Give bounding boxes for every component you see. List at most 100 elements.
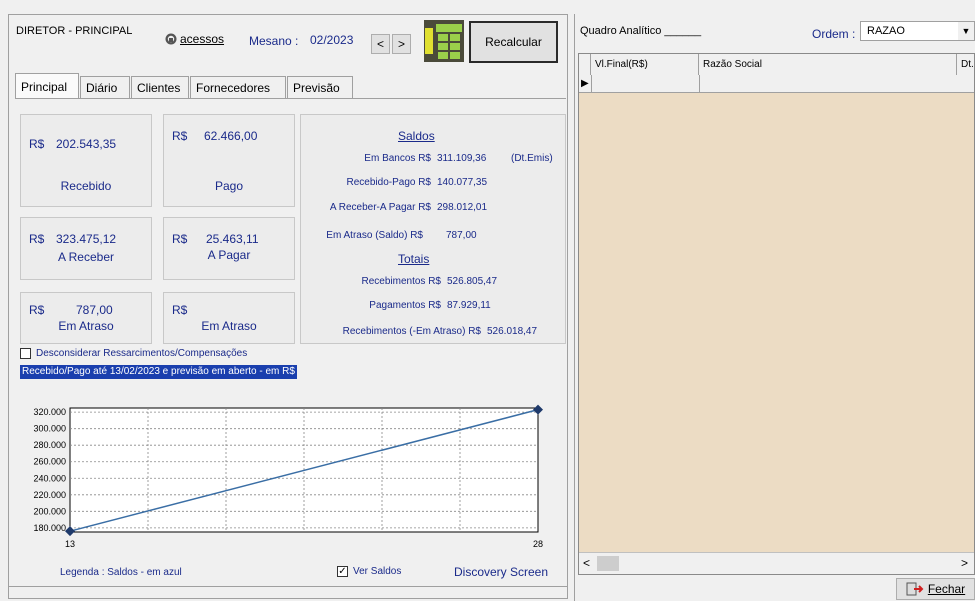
col-dt[interactable]: Dt. — [957, 54, 974, 75]
desconsiderar-label: Desconsiderar Ressarcimentos/Compensaçõe… — [36, 348, 248, 359]
scroll-left-button[interactable]: < — [583, 556, 590, 570]
card-currency: R$ — [29, 137, 45, 151]
desconsiderar-checkbox[interactable]: Desconsiderar Ressarcimentos/Compensaçõe… — [20, 348, 247, 359]
card-a-pagar: R$ 25.463,11 A Pagar — [163, 217, 295, 280]
recalcular-button[interactable]: Recalcular — [469, 21, 558, 63]
grid-header: Vl.Final(R$) Razão Social Dt. — [579, 54, 974, 76]
info-highlight: Recebido/Pago até 13/02/2023 e previsão … — [20, 365, 297, 379]
tab-clientes[interactable]: Clientes — [131, 76, 189, 98]
card-value: 202.543,35 — [56, 137, 117, 151]
chart-ytick-label: 280.000 — [33, 440, 66, 450]
chart-xtick-label: 28 — [533, 539, 543, 549]
scroll-right-button[interactable]: > — [961, 556, 968, 570]
saldos-panel: Saldos Em Bancos R$ 311.109,36 (Dt.Emis)… — [300, 114, 566, 344]
chart-ytick-label: 180.000 — [33, 523, 66, 533]
col-razao-social[interactable]: Razão Social — [699, 54, 957, 75]
areceber-apagar-value: 298.012,01 — [437, 202, 488, 213]
em-bancos-value: 311.109,36 — [437, 153, 487, 164]
next-month-button[interactable]: > — [392, 34, 411, 54]
col-vl-final[interactable]: Vl.Final(R$) — [591, 54, 699, 75]
ordem-label: Ordem : — [812, 27, 856, 41]
card-recebido: R$ 202.543,35 Recebido — [20, 114, 152, 207]
chart-ytick-label: 320.000 — [33, 407, 66, 417]
lock-icon — [165, 33, 177, 45]
card-currency: R$ — [29, 232, 45, 246]
grid-empty-area — [579, 93, 974, 553]
card-label: Em Atraso — [201, 319, 257, 333]
recebimentos-label: Recebimentos R$ — [361, 276, 441, 287]
card-label: Em Atraso — [58, 319, 114, 333]
legenda-label: Legenda : Saldos - em azul — [60, 567, 182, 578]
card-pago: R$ 62.466,00 Pago — [163, 114, 295, 207]
checkbox-box[interactable] — [20, 348, 31, 359]
card-a-receber: R$ 323.475,12 A Receber — [20, 217, 152, 280]
card-currency: R$ — [172, 232, 188, 246]
card-currency: R$ — [29, 303, 45, 317]
user-label: DIRETOR - PRINCIPAL — [16, 25, 133, 37]
mesano-value[interactable]: 02/2023 — [310, 33, 353, 47]
rec-menos-atraso-label: Recebimentos (-Em Atraso) R$ — [342, 326, 481, 337]
em-atraso-saldo-value: 787,00 — [446, 230, 477, 241]
card-value: 323.475,12 — [56, 232, 117, 246]
card-em-atraso-receber: R$ 787,00 Em Atraso — [20, 292, 152, 344]
fechar-button[interactable]: Fechar — [896, 578, 975, 600]
scrollbar-thumb[interactable] — [597, 556, 619, 571]
card-label: Pago — [214, 179, 244, 193]
acessos-link[interactable]: acessos — [165, 32, 224, 46]
card-value: 62.466,00 — [204, 129, 258, 143]
pagamentos-value: 87.929,11 — [447, 300, 491, 311]
chart-ytick-label: 220.000 — [33, 490, 66, 500]
tab-divider — [15, 98, 566, 99]
card-em-atraso-pagar: R$ Em Atraso — [163, 292, 295, 344]
window-top-strip — [0, 0, 975, 9]
table-row[interactable]: ▶ — [579, 75, 974, 93]
chart-ytick-label: 200.000 — [33, 506, 66, 516]
em-bancos-label: Em Bancos R$ — [364, 153, 431, 164]
mesano-label: Mesano : — [249, 34, 299, 48]
card-currency: R$ — [172, 303, 188, 317]
org-chart-icon[interactable] — [424, 20, 464, 62]
row-pointer-icon: ▶ — [581, 78, 589, 89]
dt-emis-label: (Dt.Emis) — [511, 153, 553, 164]
saldos-chart: 320.000 300.000 280.000 260.000 240.000 220.0… — [33, 404, 543, 549]
tab-previsao[interactable]: Previsão — [287, 76, 353, 98]
card-label: A Receber — [57, 250, 115, 264]
analitico-grid: Vl.Final(R$) Razão Social Dt. ▶ < > — [578, 53, 975, 575]
chart-ytick-label: 300.000 — [33, 424, 66, 434]
card-label: Recebido — [60, 179, 112, 193]
fechar-label: Fechar — [927, 582, 966, 596]
card-value: 25.463,11 — [206, 232, 259, 246]
recebido-pago-value: 140.077,35 — [437, 177, 488, 188]
chart-ytick-label: 260.000 — [33, 457, 66, 467]
acessos-label: acessos — [180, 32, 225, 46]
totais-title: Totais — [398, 252, 430, 266]
chevron-down-icon[interactable]: ▼ — [958, 22, 974, 40]
ordem-select[interactable]: RAZAO ▼ — [860, 21, 975, 41]
recebido-pago-label: Recebido-Pago R$ — [346, 177, 432, 188]
card-label: A Pagar — [207, 248, 251, 262]
discovery-screen-label: Discovery Screen — [454, 565, 549, 579]
checkbox-box[interactable]: ✓ — [337, 566, 348, 577]
recebimentos-value: 526.805,47 — [447, 276, 498, 287]
ver-saldos-checkbox[interactable]: ✓ Ver Saldos — [337, 566, 401, 577]
ordem-value: RAZAO — [867, 25, 905, 37]
areceber-apagar-label: A Receber-A Pagar R$ — [329, 202, 431, 213]
chart-ytick-label: 240.000 — [33, 473, 66, 483]
quadro-analitico-label: Quadro Analítico ______ — [580, 25, 702, 37]
ver-saldos-label: Ver Saldos — [353, 566, 402, 577]
rec-menos-atraso-value: 526.018,47 — [487, 326, 538, 337]
card-currency: R$ — [172, 129, 188, 143]
tab-diario[interactable]: Diário — [80, 76, 130, 98]
horizontal-scrollbar[interactable]: < > — [579, 552, 974, 574]
tab-principal[interactable]: Principal — [15, 73, 79, 99]
em-atraso-saldo-label: Em Atraso (Saldo) R$ — [326, 230, 423, 241]
prev-month-button[interactable]: < — [371, 34, 390, 54]
tab-fornecedores[interactable]: Fornecedores — [190, 76, 286, 98]
left-bottom-divider — [8, 586, 568, 587]
saldos-title: Saldos — [398, 129, 435, 143]
row-selector-header — [579, 54, 591, 75]
card-value: 787,00 — [76, 303, 113, 317]
chart-xtick-label: 13 — [65, 539, 75, 549]
exit-door-icon — [906, 582, 924, 596]
pagamentos-label: Pagamentos R$ — [369, 300, 441, 311]
